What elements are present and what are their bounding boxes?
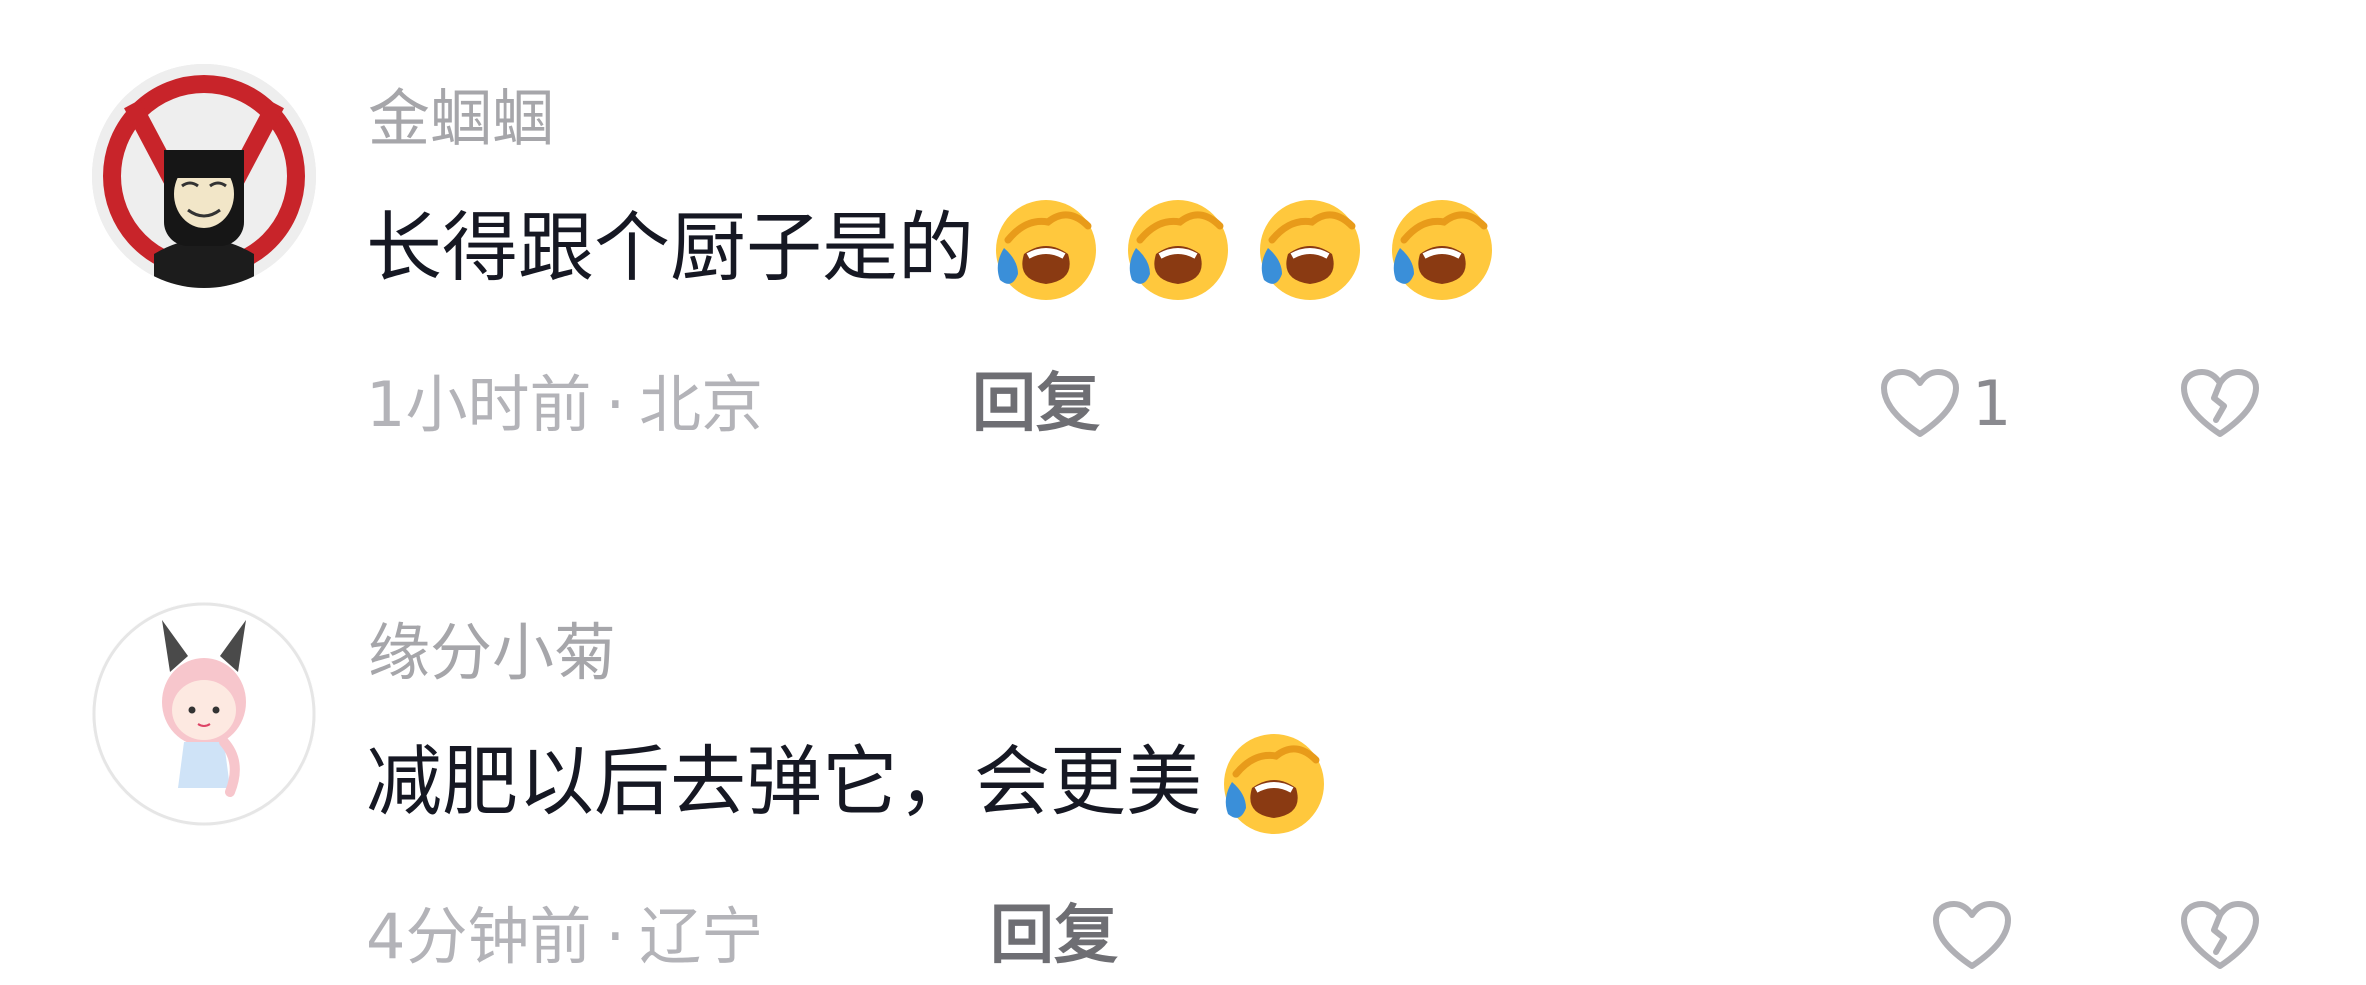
comment-meta: 1小时前 · 北京: [366, 374, 763, 436]
rofl-emoji: [1214, 722, 1334, 842]
location: 北京: [639, 368, 764, 441]
dislike-button[interactable]: [2180, 368, 2260, 440]
like-button[interactable]: 1: [1880, 368, 2011, 440]
heart-outline-icon: [1933, 901, 2011, 969]
broken-heart-icon: [2181, 369, 2259, 437]
heart-outline-icon: [1881, 369, 1959, 437]
comment-meta: 4分钟前 · 辽宁: [366, 906, 763, 968]
rofl-emoji: [1118, 188, 1238, 308]
separator-dot: ·: [605, 368, 626, 441]
username[interactable]: 金蝈蝈: [368, 88, 554, 150]
comment-text-content: 长得跟个厨子是的: [366, 203, 974, 292]
rofl-emoji: [1250, 188, 1370, 308]
comment-text: 减肥以后去弹它，会更美: [366, 722, 1334, 842]
location: 辽宁: [639, 900, 764, 973]
avatar[interactable]: [92, 64, 316, 288]
rofl-emoji: [1382, 188, 1502, 308]
username[interactable]: 缘分小菊: [368, 622, 616, 684]
like-button[interactable]: [1932, 900, 2024, 972]
timestamp: 1小时前: [366, 368, 592, 441]
rofl-emoji: [986, 188, 1106, 308]
reply-button[interactable]: 回复: [972, 372, 1100, 436]
timestamp: 4分钟前: [366, 900, 592, 973]
broken-heart-icon: [2181, 901, 2259, 969]
dislike-button[interactable]: [2180, 900, 2260, 972]
comment-text-content: 减肥以后去弹它，会更美: [366, 737, 1202, 826]
comment-text: 长得跟个厨子是的: [366, 188, 1502, 308]
avatar[interactable]: [92, 602, 316, 826]
reply-button[interactable]: 回复: [990, 904, 1118, 968]
like-count: 1: [1972, 367, 2012, 440]
separator-dot: ·: [605, 900, 626, 973]
